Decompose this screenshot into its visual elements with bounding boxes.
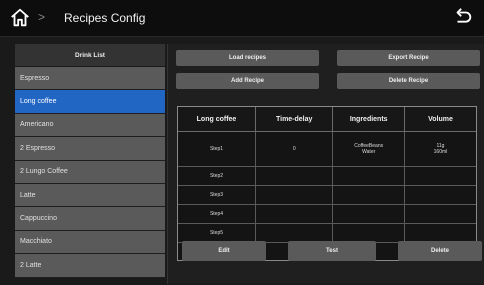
table-cell (332, 166, 405, 187)
drink-list-item[interactable]: 2 Latte (15, 254, 165, 278)
drink-list-item[interactable]: Latte (15, 183, 165, 208)
test-button[interactable]: Test (288, 241, 376, 261)
column-header: Long coffee (178, 107, 256, 132)
table-cell (255, 166, 334, 187)
drink-list-item[interactable]: Espresso (15, 67, 165, 91)
drink-list-item[interactable]: 2 Lungo Coffee (15, 160, 165, 184)
column-header: Volume (404, 107, 476, 132)
table-cell: 11g 160ml (404, 131, 476, 168)
column-header: Ingredients (332, 107, 405, 132)
back-icon[interactable] (452, 7, 474, 29)
table-cell (404, 204, 476, 224)
table-cell: Step1 (178, 131, 256, 168)
table-cell (332, 204, 405, 224)
drink-list: Drink List Espresso Long coffee Americano 2… (15, 44, 165, 284)
column-header: Time-delay (255, 107, 334, 132)
table-row[interactable]: Step4 (178, 204, 476, 224)
export-recipe-button[interactable]: Export Recipe (337, 50, 480, 66)
drink-list-item[interactable]: Macchiato (15, 230, 165, 255)
table-row[interactable]: Step5 (178, 223, 476, 243)
page-title: Recipes Config (64, 11, 146, 25)
table-cell (255, 223, 334, 243)
table-cell (404, 223, 476, 243)
add-recipe-button[interactable]: Add Recipe (176, 73, 319, 89)
drink-list-item[interactable]: Long coffee (15, 90, 165, 114)
table-cell: Step2 (178, 166, 256, 187)
table-cell: Step5 (178, 223, 256, 243)
drink-list-item[interactable]: Cappuccino (15, 207, 165, 231)
breadcrumb-separator: > (38, 10, 46, 24)
table-cell (332, 185, 405, 205)
table-cell (255, 185, 334, 205)
delete-button[interactable]: Delete (398, 241, 482, 261)
table-cell: Step3 (178, 185, 256, 205)
top-bar: > Recipes Config (0, 0, 484, 37)
table-cell: Step4 (178, 204, 256, 224)
table-row[interactable]: Step3 (178, 185, 476, 205)
drink-list-header: Drink List (15, 44, 165, 67)
table-cell: CoffeeBeans Water (332, 131, 405, 168)
table-row[interactable]: Step1 0 CoffeeBeans Water 11g 160ml (178, 131, 476, 168)
recipe-panel: Load recipes Export Recipe Add Recipe De… (167, 44, 484, 284)
recipe-steps-table: Long coffee Time-delay Ingredients Volum… (177, 106, 477, 261)
table-cell (404, 185, 476, 205)
delete-recipe-button[interactable]: Delete Recipe (337, 73, 480, 89)
load-recipes-button[interactable]: Load recipes (176, 50, 319, 66)
table-row[interactable]: Step2 (178, 166, 476, 187)
table-cell (332, 223, 405, 243)
drink-list-item[interactable]: 2 Espresso (15, 137, 165, 161)
drink-list-item[interactable]: Americano (15, 113, 165, 138)
edit-button[interactable]: Edit (182, 241, 266, 261)
home-icon[interactable] (9, 7, 31, 29)
table-cell (255, 204, 334, 224)
table-cell: 0 (255, 131, 334, 168)
table-cell (404, 166, 476, 187)
